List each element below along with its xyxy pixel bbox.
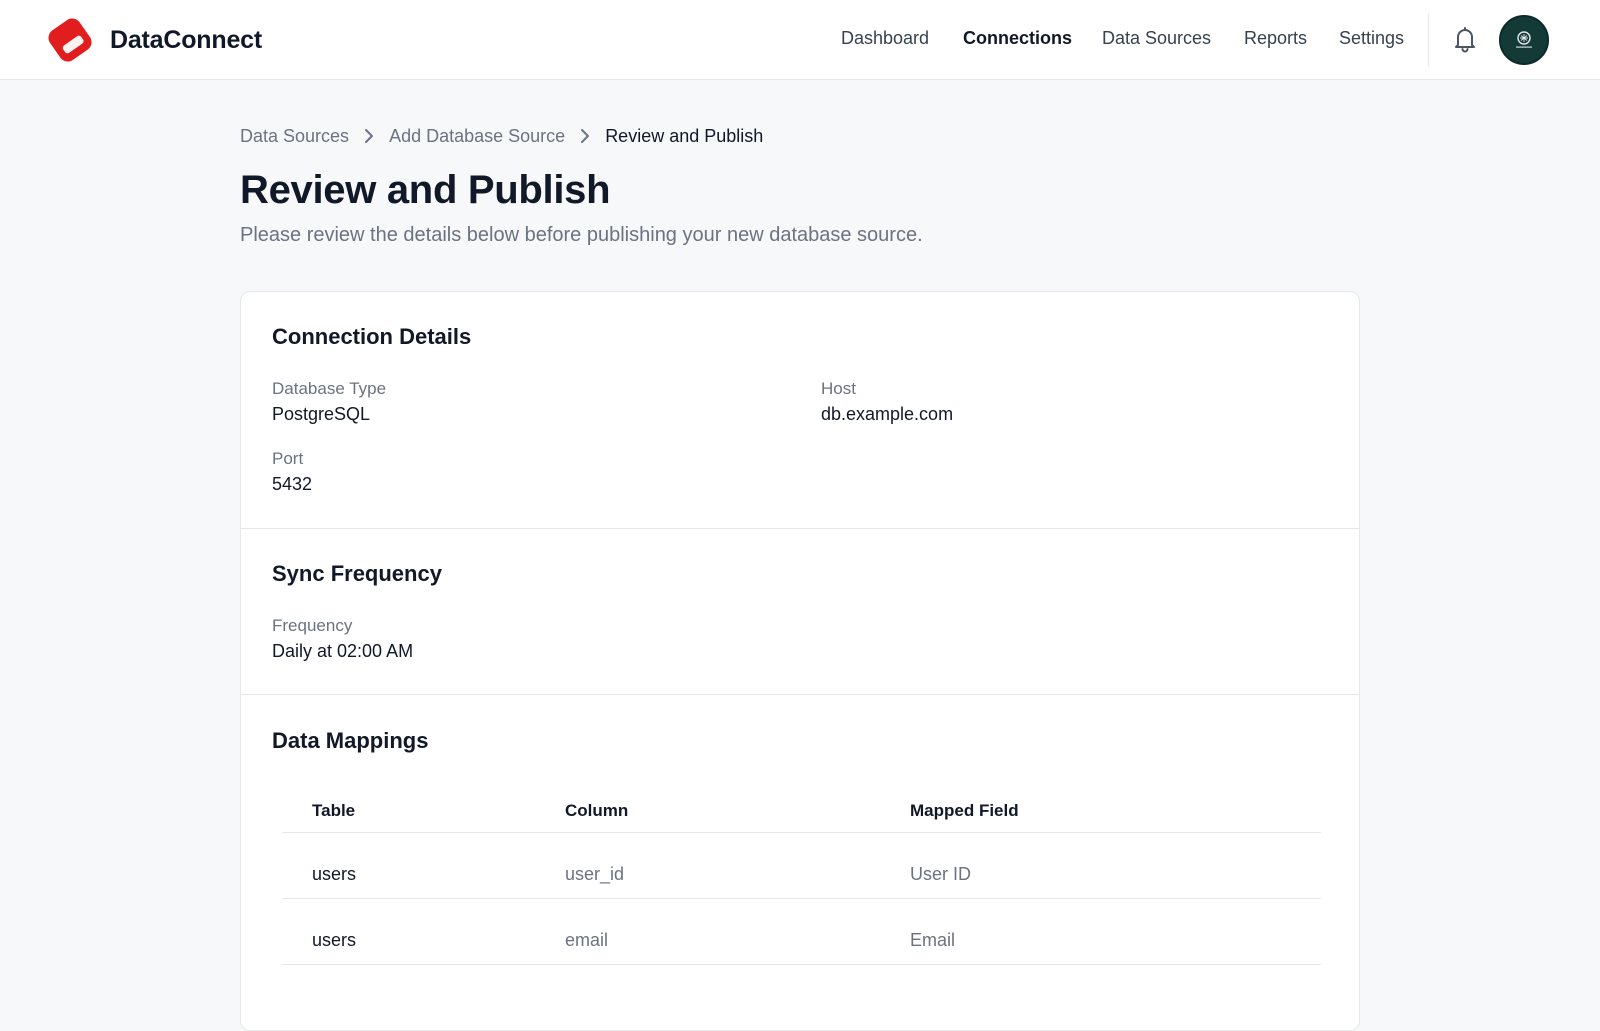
nav-item-dashboard[interactable]: Dashboard xyxy=(841,28,929,49)
column-header-column: Column xyxy=(565,801,629,820)
page-subtitle: Please review the details below before p… xyxy=(240,224,923,246)
field-label: Database Type xyxy=(272,379,387,398)
section-title: Data Mappings xyxy=(272,728,429,753)
nav-item-data-sources[interactable]: Data Sources xyxy=(1102,28,1211,49)
field-value-frequency: Daily at 02:00 AM xyxy=(272,641,414,661)
page-title: Review and Publish xyxy=(240,168,611,212)
sync-frequency-section: Sync Frequency Frequency Daily at 02:00 … xyxy=(241,529,1359,694)
field-label: Host xyxy=(821,379,856,398)
main-nav: Dashboard Connections Data Sources Repor… xyxy=(0,28,1600,52)
connection-details-section: Connection Details Database Type Postgre… xyxy=(241,292,1359,528)
top-navigation-bar: DataConnect Dashboard Connections Data S… xyxy=(0,0,1600,80)
nav-item-settings[interactable]: Settings xyxy=(1339,28,1404,49)
table-rule xyxy=(282,964,1321,965)
nav-item-reports[interactable]: Reports xyxy=(1244,28,1307,49)
field-label: Frequency xyxy=(272,616,353,635)
chevron-right-icon xyxy=(349,124,389,148)
field-label: Port xyxy=(272,449,304,468)
section-title: Sync Frequency xyxy=(272,561,442,586)
table-cell: user_id xyxy=(565,864,625,884)
breadcrumb: Data Sources Add Database Source Review … xyxy=(240,124,763,148)
bell-icon[interactable] xyxy=(1453,25,1477,53)
column-header-mapped-field: Mapped Field xyxy=(910,801,1019,820)
avatar-emblem-icon xyxy=(1516,31,1532,48)
chevron-right-icon xyxy=(565,124,605,148)
table-cell: email xyxy=(565,930,609,950)
section-title: Connection Details xyxy=(272,324,472,349)
avatar[interactable] xyxy=(1499,15,1549,65)
table-cell: Email xyxy=(910,930,956,950)
table-rule xyxy=(282,832,1321,833)
breadcrumb-item-current: Review and Publish xyxy=(605,125,764,146)
nav-item-connections[interactable]: Connections xyxy=(963,28,1072,49)
nav-divider xyxy=(1428,14,1429,66)
field-value-port: 5432 xyxy=(272,474,313,494)
breadcrumb-item-data-sources[interactable]: Data Sources xyxy=(240,126,349,147)
table-cell: users xyxy=(312,864,357,884)
field-value-host: db.example.com xyxy=(821,404,954,424)
table-rule xyxy=(282,898,1321,899)
breadcrumb-item-add-database-source[interactable]: Add Database Source xyxy=(389,126,565,147)
table-cell: users xyxy=(312,930,357,950)
table-cell: User ID xyxy=(910,864,972,884)
review-card: Connection Details Database Type Postgre… xyxy=(240,291,1360,1031)
field-value-database-type: PostgreSQL xyxy=(272,404,371,424)
data-mappings-section: Data Mappings Table Column Mapped Field … xyxy=(241,695,1359,1030)
column-header-table: Table xyxy=(312,801,356,820)
